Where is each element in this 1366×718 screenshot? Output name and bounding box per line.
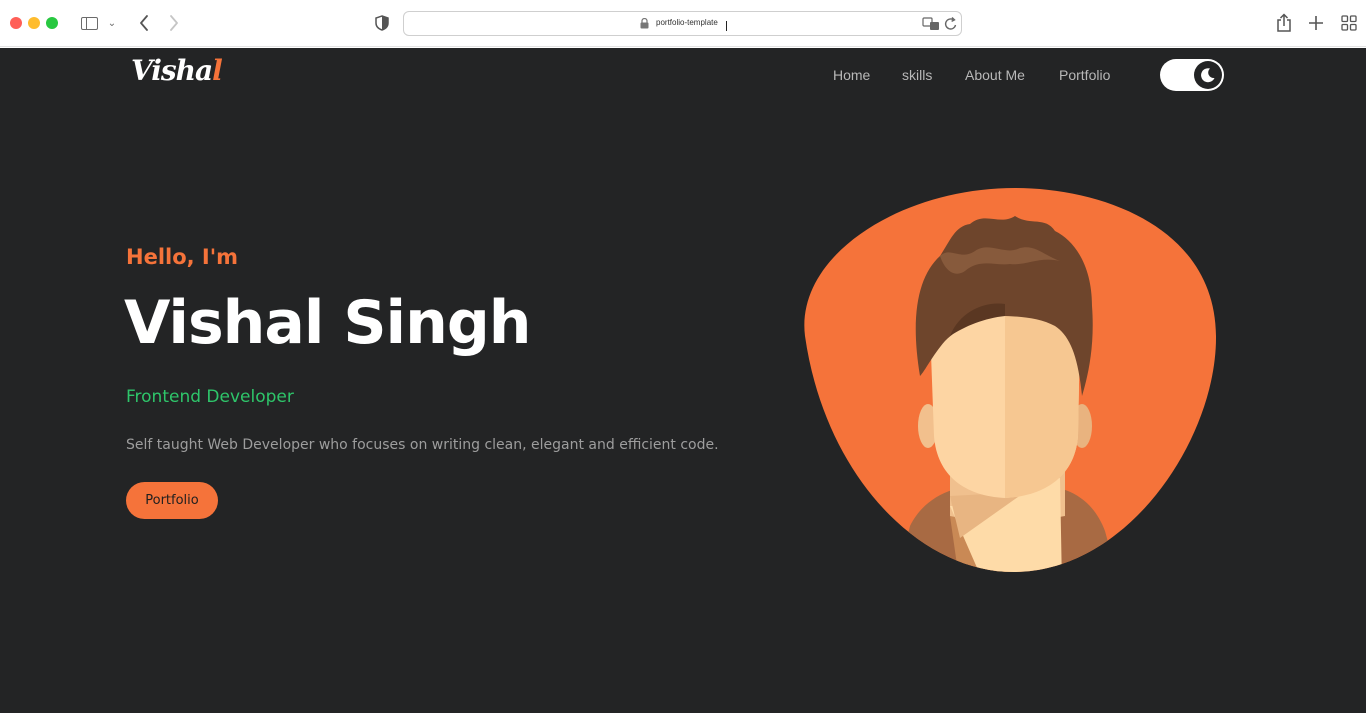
logo-accent-text: l bbox=[212, 54, 223, 87]
portfolio-page: Vishal Home skills About Me Portfolio He… bbox=[0, 48, 1366, 713]
privacy-shield-icon[interactable] bbox=[373, 12, 391, 34]
text-caret bbox=[726, 21, 727, 31]
hero-greeting: Hello, I'm bbox=[126, 245, 239, 269]
new-tab-icon[interactable] bbox=[1306, 12, 1326, 34]
theme-toggle[interactable] bbox=[1160, 59, 1224, 91]
address-url: portfolio-template bbox=[656, 18, 718, 27]
nav-home[interactable]: Home bbox=[833, 67, 870, 83]
reload-icon[interactable] bbox=[944, 16, 958, 32]
chevron-down-icon[interactable]: ⌄ bbox=[105, 12, 119, 34]
logo-text: Visha bbox=[131, 54, 213, 87]
browser-toolbar: ⌄ portfolio-template bbox=[0, 0, 1366, 47]
hero-description: Self taught Web Developer who focuses on… bbox=[126, 437, 719, 453]
nav-skills[interactable]: skills bbox=[902, 67, 932, 83]
zoom-window-button[interactable] bbox=[46, 17, 58, 29]
nav-about-me[interactable]: About Me bbox=[965, 67, 1025, 83]
portfolio-button[interactable]: Portfolio bbox=[126, 482, 218, 519]
tab-overview-icon[interactable] bbox=[1340, 12, 1358, 34]
forward-button[interactable] bbox=[164, 12, 184, 34]
address-bar[interactable]: portfolio-template bbox=[403, 11, 962, 36]
moon-icon bbox=[1201, 68, 1215, 83]
site-logo[interactable]: Vishal bbox=[131, 54, 223, 94]
bottom-edge bbox=[0, 713, 1366, 718]
share-icon[interactable] bbox=[1275, 12, 1293, 34]
close-window-button[interactable] bbox=[10, 17, 22, 29]
minimize-window-button[interactable] bbox=[28, 17, 40, 29]
hero-name: Vishal Singh bbox=[124, 288, 531, 358]
lock-icon bbox=[640, 18, 649, 29]
hero-role: Frontend Developer bbox=[126, 387, 294, 407]
avatar-illustration bbox=[804, 188, 1217, 573]
translate-icon[interactable] bbox=[922, 16, 940, 32]
nav-portfolio[interactable]: Portfolio bbox=[1059, 67, 1110, 83]
sidebar-toggle-icon[interactable] bbox=[80, 12, 98, 34]
theme-toggle-knob bbox=[1194, 61, 1222, 89]
back-button[interactable] bbox=[134, 12, 154, 34]
